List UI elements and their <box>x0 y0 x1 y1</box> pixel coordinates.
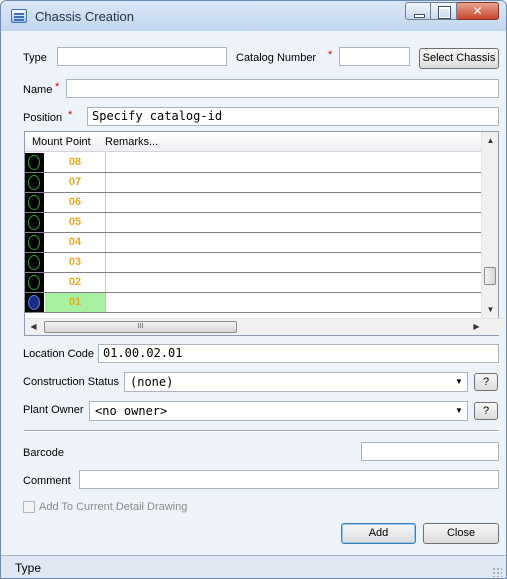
catalog-number-label: Catalog Number <box>236 52 317 64</box>
mount-point-grid[interactable]: Mount Point Remarks... 08 07 06 05 04 03… <box>24 131 504 336</box>
grid-rows: 08 07 06 05 04 03 02 01 <box>25 153 487 313</box>
mount-status-icon <box>25 193 44 212</box>
status-bar: Type <box>1 555 506 578</box>
construction-status-select[interactable]: (none) ▼ <box>124 372 468 392</box>
table-row[interactable]: 04 <box>25 233 487 253</box>
mount-status-icon <box>25 273 44 292</box>
position-label: Position <box>23 112 63 124</box>
location-code-label: Location Code <box>23 348 94 360</box>
mount-point-cell[interactable]: 07 <box>45 173 106 192</box>
divider <box>24 430 499 432</box>
table-row[interactable]: 05 <box>25 213 487 233</box>
name-required: * <box>55 81 60 93</box>
select-chassis-button[interactable]: Select Chassis <box>419 48 499 69</box>
add-to-drawing-checkbox[interactable] <box>23 501 35 513</box>
comment-label: Comment <box>23 475 71 487</box>
table-row[interactable]: 02 <box>25 273 487 293</box>
mount-point-cell[interactable]: 02 <box>45 273 106 292</box>
table-row[interactable]: 07 <box>25 173 487 193</box>
status-text: Type <box>15 561 42 575</box>
position-required: * <box>68 109 73 121</box>
construction-help-button[interactable]: ? <box>474 373 498 391</box>
vertical-scroll-thumb[interactable] <box>484 267 496 285</box>
mount-status-icon <box>25 213 44 232</box>
horizontal-scroll-thumb[interactable]: III <box>44 321 237 333</box>
barcode-label: Barcode <box>23 447 64 459</box>
add-button[interactable]: Add <box>341 523 416 544</box>
plant-owner-select[interactable]: <no owner> ▼ <box>89 401 468 421</box>
type-field[interactable] <box>57 47 227 66</box>
location-code-field[interactable]: 01.00.02.01 <box>98 344 499 363</box>
construction-status-label: Construction Status <box>23 376 119 388</box>
plant-owner-label: Plant Owner <box>23 404 84 416</box>
plant-owner-help-button[interactable]: ? <box>474 402 498 420</box>
mount-point-cell[interactable]: 01 <box>45 293 106 312</box>
close-icon[interactable] <box>457 2 499 20</box>
table-row-selected[interactable]: 01 <box>25 293 487 313</box>
maximize-icon[interactable] <box>431 2 457 20</box>
catalog-number-required: * <box>328 49 333 61</box>
column-remarks[interactable]: Remarks... <box>105 136 158 148</box>
mount-status-icon <box>25 233 44 252</box>
chevron-down-icon[interactable]: ▼ <box>453 376 465 388</box>
barcode-field[interactable] <box>361 442 499 461</box>
mount-point-cell[interactable]: 05 <box>45 213 106 232</box>
window-controls <box>405 2 499 20</box>
mount-status-icon <box>25 153 44 172</box>
app-icon <box>11 9 27 23</box>
horizontal-scrollbar[interactable]: ◀ III ▶ <box>25 318 504 335</box>
scroll-down-icon[interactable]: ▼ <box>482 301 499 318</box>
scroll-right-icon[interactable]: ▶ <box>468 319 485 336</box>
mount-status-icon <box>25 253 44 272</box>
mount-point-cell[interactable]: 08 <box>45 153 106 172</box>
position-field[interactable]: Specify catalog-id <box>87 107 499 126</box>
mount-point-cell[interactable]: 06 <box>45 193 106 212</box>
column-mount-point[interactable]: Mount Point <box>32 136 91 148</box>
grid-header: Mount Point Remarks... <box>25 132 487 152</box>
add-to-drawing-label: Add To Current Detail Drawing <box>39 501 188 513</box>
name-label: Name <box>23 84 53 96</box>
scroll-up-icon[interactable]: ▲ <box>482 132 499 149</box>
chevron-down-icon[interactable]: ▼ <box>453 405 465 417</box>
catalog-number-field[interactable] <box>339 47 410 66</box>
type-label: Type <box>23 52 47 64</box>
name-field[interactable] <box>66 79 499 98</box>
vertical-scrollbar[interactable]: ▲ ▼ <box>481 132 498 318</box>
close-button[interactable]: Close <box>423 523 499 544</box>
window-title: Chassis Creation <box>35 9 134 24</box>
mount-status-icon <box>25 173 44 192</box>
title-bar[interactable]: Chassis Creation <box>1 1 506 31</box>
comment-field[interactable] <box>79 470 499 489</box>
mount-status-icon <box>25 293 44 312</box>
table-row[interactable]: 08 <box>25 153 487 173</box>
mount-point-cell[interactable]: 03 <box>45 253 106 272</box>
table-row[interactable]: 06 <box>25 193 487 213</box>
table-row[interactable]: 03 <box>25 253 487 273</box>
minimize-icon[interactable] <box>405 2 431 20</box>
resize-grip-icon[interactable] <box>492 567 502 577</box>
chassis-creation-window: Chassis Creation Type Catalog Number * S… <box>0 0 507 579</box>
mount-point-cell[interactable]: 04 <box>45 233 106 252</box>
scroll-left-icon[interactable]: ◀ <box>25 319 42 336</box>
